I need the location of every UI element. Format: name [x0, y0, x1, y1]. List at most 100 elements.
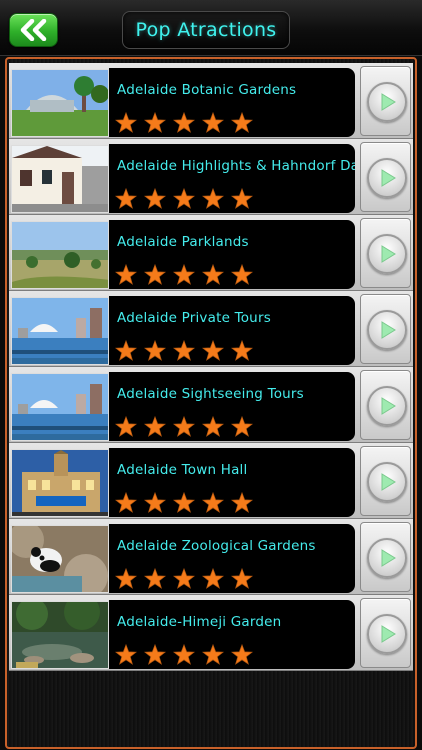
open-attraction-button[interactable]	[360, 598, 411, 668]
play-arrow-icon	[381, 169, 396, 187]
rating-stars	[115, 644, 253, 666]
star-icon	[173, 188, 195, 209]
star-icon	[202, 492, 224, 513]
attractions-list: Adelaide Botanic Gardens Adelaide Highli…	[9, 63, 413, 671]
open-attraction-button[interactable]	[360, 446, 411, 516]
page-title: Pop Atractions	[135, 19, 277, 41]
star-icon	[202, 340, 224, 361]
open-attraction-button[interactable]	[360, 218, 411, 288]
attraction-row[interactable]: Adelaide Botanic Gardens	[9, 63, 413, 139]
star-icon	[115, 416, 137, 437]
play-arrow-circle	[367, 158, 407, 198]
star-icon	[144, 188, 166, 209]
star-icon	[144, 416, 166, 437]
attraction-name: Adelaide Highlights & Hahndorf Day 1	[117, 158, 355, 174]
attraction-name: Adelaide Zoological Gardens	[117, 538, 316, 554]
attraction-row[interactable]: Adelaide Sightseeing Tours	[9, 367, 413, 443]
attraction-name: Adelaide Botanic Gardens	[117, 82, 297, 98]
star-icon	[231, 568, 253, 589]
star-icon	[173, 492, 195, 513]
open-attraction-button[interactable]	[360, 142, 411, 212]
star-icon	[202, 416, 224, 437]
star-icon	[115, 188, 137, 209]
double-chevron-left-icon	[20, 19, 46, 41]
star-icon	[202, 188, 224, 209]
parklands-photo	[11, 221, 109, 289]
attraction-info-panel: Adelaide Sightseeing Tours	[109, 372, 355, 441]
riverbank-photo	[11, 297, 109, 365]
star-icon	[202, 644, 224, 665]
rating-stars	[115, 568, 253, 590]
attraction-name: Adelaide-Himeji Garden	[117, 614, 282, 630]
play-arrow-icon	[381, 321, 396, 339]
back-button[interactable]	[9, 13, 58, 47]
star-icon	[173, 112, 195, 133]
star-icon	[231, 188, 253, 209]
star-icon	[231, 112, 253, 133]
attraction-name: Adelaide Private Tours	[117, 310, 271, 326]
play-arrow-circle	[367, 234, 407, 274]
attractions-list-frame: Adelaide Botanic Gardens Adelaide Highli…	[5, 57, 417, 749]
star-icon	[115, 568, 137, 589]
top-bar: Pop Atractions	[0, 0, 422, 56]
attraction-row[interactable]: Adelaide-Himeji Garden	[9, 595, 413, 671]
star-icon	[231, 264, 253, 285]
open-attraction-button[interactable]	[360, 522, 411, 592]
attraction-name: Adelaide Sightseeing Tours	[117, 386, 304, 402]
star-icon	[144, 492, 166, 513]
rating-stars	[115, 112, 253, 134]
star-icon	[144, 644, 166, 665]
attraction-info-panel: Adelaide Highlights & Hahndorf Day 1	[109, 144, 355, 213]
star-icon	[173, 568, 195, 589]
attraction-name: Adelaide Parklands	[117, 234, 249, 250]
star-icon	[231, 340, 253, 361]
open-attraction-button[interactable]	[360, 294, 411, 364]
star-icon	[202, 112, 224, 133]
attraction-row[interactable]: Adelaide Highlights & Hahndorf Day 1	[9, 139, 413, 215]
play-arrow-icon	[381, 625, 396, 643]
rating-stars	[115, 340, 253, 362]
star-icon	[115, 264, 137, 285]
rating-stars	[115, 492, 253, 514]
star-icon	[144, 568, 166, 589]
hahndorf-photo	[11, 145, 109, 213]
play-arrow-circle	[367, 538, 407, 578]
town-hall-photo	[11, 449, 109, 517]
star-icon	[231, 416, 253, 437]
attraction-info-panel: Adelaide Private Tours	[109, 296, 355, 365]
play-arrow-circle	[367, 462, 407, 502]
star-icon	[202, 568, 224, 589]
attraction-row[interactable]: Adelaide Zoological Gardens	[9, 519, 413, 595]
star-icon	[115, 492, 137, 513]
rating-stars	[115, 416, 253, 438]
star-icon	[144, 264, 166, 285]
botanic-gardens-photo	[11, 69, 109, 137]
attraction-info-panel: Adelaide Town Hall	[109, 448, 355, 517]
play-arrow-circle	[367, 614, 407, 654]
rating-stars	[115, 264, 253, 286]
attraction-row[interactable]: Adelaide Town Hall	[9, 443, 413, 519]
attraction-row[interactable]: Adelaide Private Tours	[9, 291, 413, 367]
play-arrow-circle	[367, 310, 407, 350]
play-arrow-icon	[381, 245, 396, 263]
play-arrow-icon	[381, 93, 396, 111]
attraction-info-panel: Adelaide Botanic Gardens	[109, 68, 355, 137]
open-attraction-button[interactable]	[360, 370, 411, 440]
star-icon	[144, 340, 166, 361]
play-arrow-circle	[367, 386, 407, 426]
open-attraction-button[interactable]	[360, 66, 411, 136]
title-box: Pop Atractions	[122, 11, 290, 49]
star-icon	[115, 340, 137, 361]
star-icon	[144, 112, 166, 133]
star-icon	[173, 340, 195, 361]
star-icon	[115, 112, 137, 133]
star-icon	[173, 264, 195, 285]
star-icon	[173, 416, 195, 437]
attraction-row[interactable]: Adelaide Parklands	[9, 215, 413, 291]
attraction-name: Adelaide Town Hall	[117, 462, 248, 478]
riverbank-photo	[11, 373, 109, 441]
rating-stars	[115, 188, 253, 210]
play-arrow-icon	[381, 397, 396, 415]
zoo-panda-photo	[11, 525, 109, 593]
star-icon	[173, 644, 195, 665]
